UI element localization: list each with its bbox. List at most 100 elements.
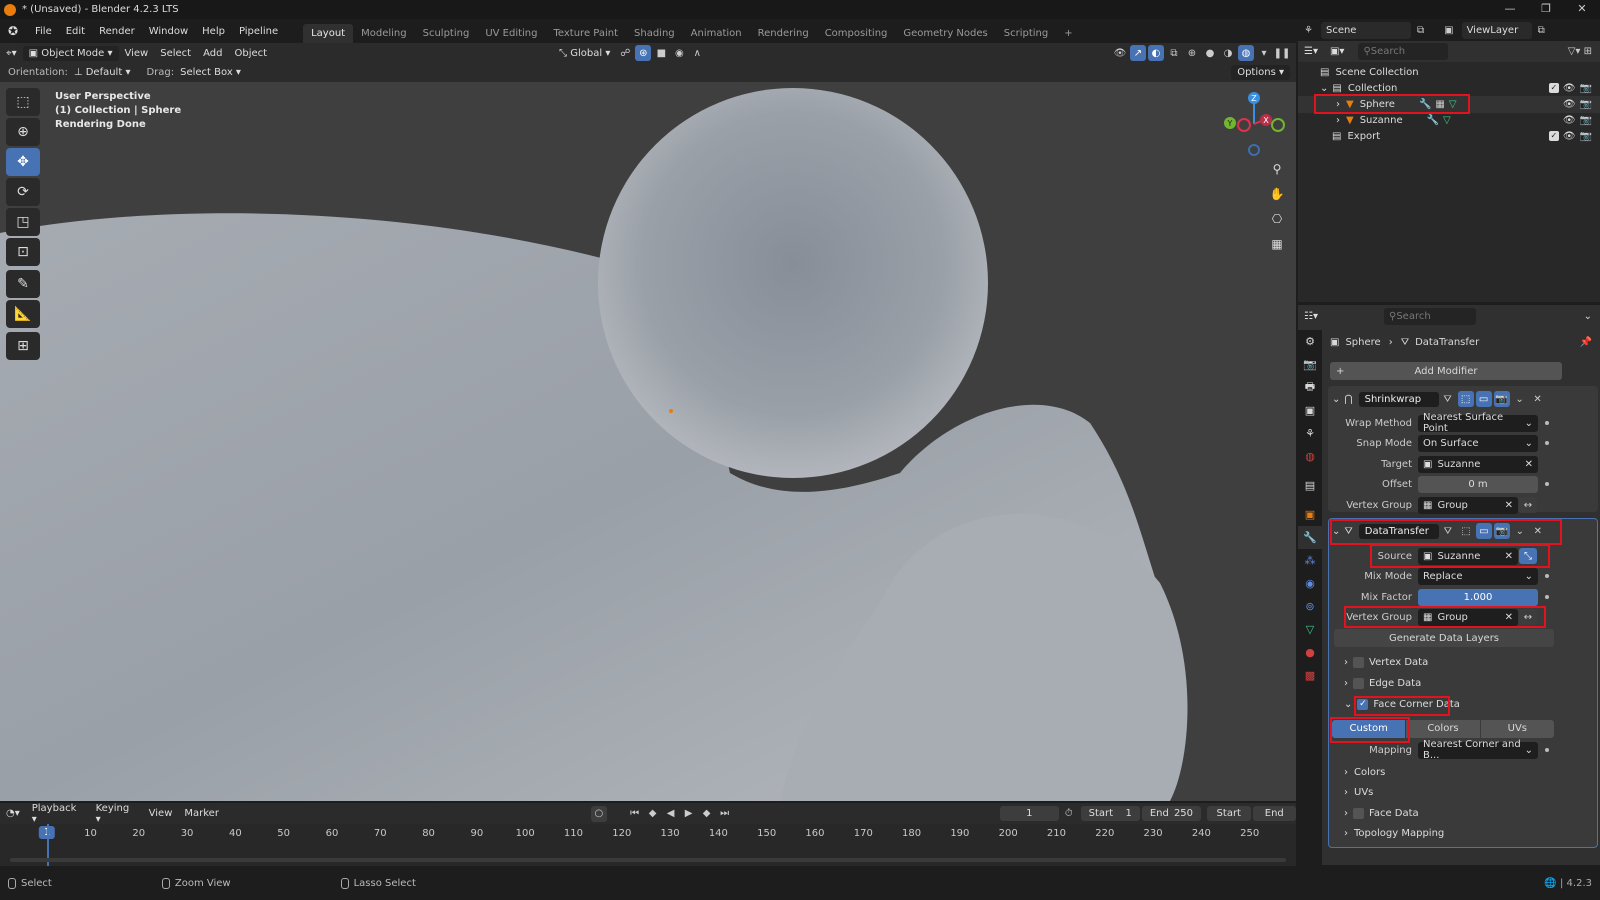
drag-dropdown[interactable]: Select Box ▾ bbox=[174, 65, 247, 80]
clear-icon[interactable]: ✕ bbox=[1505, 612, 1513, 623]
edge-data-section[interactable]: › Edge Data bbox=[1344, 678, 1421, 689]
overlay-icon[interactable]: ◐ bbox=[1148, 45, 1164, 61]
expand-chevron-icon[interactable]: › bbox=[1336, 115, 1340, 126]
render-camera-icon[interactable]: 📷 bbox=[1580, 99, 1592, 110]
output-tab-icon[interactable]: 🖶 bbox=[1298, 376, 1322, 399]
clear-icon[interactable]: ✕ bbox=[1505, 500, 1513, 511]
expand-chevron-icon[interactable]: › bbox=[1344, 678, 1348, 689]
next-keyframe-icon[interactable]: ◆ bbox=[699, 806, 715, 822]
menu-select[interactable]: Select bbox=[154, 46, 197, 61]
properties-search-input[interactable]: ⚲ Search bbox=[1383, 307, 1476, 325]
outliner-row-scene-collection[interactable]: ▤ Scene Collection bbox=[1298, 64, 1600, 81]
invert-icon[interactable]: ↔ bbox=[1519, 609, 1537, 625]
menu-help[interactable]: Help bbox=[195, 26, 232, 37]
snap-target-icon[interactable]: ■ bbox=[653, 45, 669, 61]
measure-tool[interactable]: 📐 bbox=[6, 300, 40, 328]
colors-subsection[interactable]: › Colors bbox=[1344, 767, 1385, 778]
viewport-display-icon[interactable]: ▭ bbox=[1475, 523, 1492, 539]
vertex-group-field[interactable]: ▦ Group ✕ bbox=[1418, 608, 1518, 626]
camera-icon[interactable]: ⎔ bbox=[1266, 208, 1288, 230]
3d-viewport[interactable] bbox=[0, 63, 1296, 801]
gizmo-icon[interactable]: ↗ bbox=[1130, 45, 1146, 61]
offset-field[interactable]: 0 m bbox=[1418, 475, 1538, 493]
eye-icon[interactable]: 👁 bbox=[1563, 83, 1576, 94]
zoom-icon[interactable]: ⚲ bbox=[1266, 158, 1288, 180]
edit-cage-icon[interactable]: ⛛ bbox=[1440, 523, 1456, 539]
face-corner-data-section[interactable]: ⌄ ✓ Face Corner Data bbox=[1344, 699, 1460, 710]
filter-mode-icon[interactable]: ▣▾ bbox=[1324, 44, 1350, 59]
scene-tab-icon[interactable]: ⚘ bbox=[1298, 422, 1322, 445]
keyframe-dot-icon[interactable] bbox=[1545, 421, 1549, 425]
world-tab-icon[interactable]: ◍ bbox=[1298, 445, 1322, 468]
remove-modifier-icon[interactable]: ✕ bbox=[1530, 391, 1546, 407]
expand-chevron-icon[interactable]: › bbox=[1344, 767, 1348, 778]
editmode-icon[interactable]: ⬚ bbox=[1458, 523, 1474, 539]
pivot-icon[interactable]: ☍ bbox=[617, 45, 633, 61]
auto-keying-icon[interactable]: ○ bbox=[590, 805, 607, 822]
modifier-tab-icon[interactable]: 🔧 bbox=[1298, 526, 1322, 549]
render-tab-icon[interactable]: 📷 bbox=[1298, 353, 1322, 376]
render-camera-icon[interactable]: 📷 bbox=[1580, 83, 1592, 94]
face-data-checkbox[interactable] bbox=[1353, 808, 1364, 819]
tab-custom-normals[interactable]: Custom Norm... bbox=[1332, 720, 1406, 738]
tab-uv-editing[interactable]: UV Editing bbox=[477, 24, 545, 43]
menu-timeline-view[interactable]: View bbox=[143, 806, 179, 821]
tab-texture-paint[interactable]: Texture Paint bbox=[545, 24, 626, 43]
tab-uvs[interactable]: UVs bbox=[1479, 720, 1554, 738]
object-transform-icon[interactable]: ⤡ bbox=[1519, 548, 1537, 564]
mix-mode-dropdown[interactable]: Replace ⌄ bbox=[1418, 567, 1538, 585]
tab-layout[interactable]: Layout bbox=[303, 24, 354, 43]
menu-add[interactable]: Add bbox=[197, 46, 228, 61]
render-icon[interactable]: 📷 bbox=[1493, 391, 1510, 407]
view-layer-tab-icon[interactable]: ▣ bbox=[1298, 399, 1322, 422]
dropdown-icon[interactable]: ⌄ bbox=[1512, 523, 1528, 539]
material-tab-icon[interactable]: ● bbox=[1298, 641, 1322, 664]
physics-tab-icon[interactable]: ◉ bbox=[1298, 572, 1322, 595]
maximize-button[interactable]: ❐ bbox=[1528, 0, 1564, 18]
target-field[interactable]: ▣ Suzanne ✕ bbox=[1418, 455, 1538, 473]
xray-icon[interactable]: ⧉ bbox=[1166, 45, 1182, 61]
snap-icon[interactable]: ⊛ bbox=[635, 45, 652, 61]
start-button[interactable]: Start bbox=[1207, 806, 1251, 821]
play-icon[interactable]: ▶ bbox=[681, 806, 697, 822]
viewlayer-field[interactable]: ViewLayer bbox=[1461, 21, 1532, 39]
datatransfer-name-field[interactable]: DataTransfer bbox=[1358, 523, 1439, 539]
menu-pipeline[interactable]: Pipeline bbox=[232, 26, 285, 37]
tab-colors[interactable]: Colors bbox=[1405, 720, 1480, 738]
new-viewlayer-icon[interactable]: ⧉ bbox=[1538, 25, 1545, 36]
mesh-data-icon[interactable]: ▽ bbox=[1449, 99, 1457, 110]
keyframe-dot-icon[interactable] bbox=[1545, 441, 1549, 445]
keyframe-dot-icon[interactable] bbox=[1545, 595, 1549, 599]
timeline-area[interactable]: 1102030405060708090100110120130140150160… bbox=[0, 824, 1296, 866]
snap-mode-dropdown[interactable]: On Surface ⌄ bbox=[1418, 434, 1538, 452]
data-tab-icon[interactable]: ▽ bbox=[1298, 618, 1322, 641]
tab-modeling[interactable]: Modeling bbox=[353, 24, 415, 43]
tab-geometry-nodes[interactable]: Geometry Nodes bbox=[895, 24, 995, 43]
menu-playback[interactable]: Playback ▾ bbox=[26, 801, 90, 827]
expand-chevron-icon[interactable]: › bbox=[1344, 657, 1348, 668]
outliner-row-export[interactable]: ▤ Export ✓ 👁 📷 bbox=[1298, 128, 1600, 145]
texture-tab-icon[interactable]: ▩ bbox=[1298, 664, 1322, 687]
viewport-display-icon[interactable]: ▭ bbox=[1475, 391, 1492, 407]
menu-edit[interactable]: Edit bbox=[59, 26, 92, 37]
edge-data-checkbox[interactable] bbox=[1353, 678, 1364, 689]
collapse-chevron-icon[interactable]: ⌄ bbox=[1344, 699, 1352, 710]
scale-tool[interactable]: ◳ bbox=[6, 208, 40, 236]
material-shading-icon[interactable]: ◑ bbox=[1220, 45, 1236, 61]
keyframe-dot-icon[interactable] bbox=[1545, 574, 1549, 578]
cursor-tool[interactable]: ⊕ bbox=[6, 118, 40, 146]
menu-keying[interactable]: Keying ▾ bbox=[90, 801, 143, 827]
menu-marker[interactable]: Marker bbox=[178, 806, 225, 821]
transform-orientation-dropdown[interactable]: ⤡ Global ▾ bbox=[553, 46, 616, 61]
jump-end-icon[interactable]: ⏭ bbox=[717, 806, 733, 822]
timeline-scrollbar[interactable] bbox=[10, 858, 1286, 862]
mode-dropdown[interactable]: ▣ Object Mode ▾ bbox=[22, 45, 119, 61]
uvs-subsection[interactable]: › UVs bbox=[1344, 787, 1373, 798]
stopwatch-icon[interactable]: ⏱ bbox=[1065, 808, 1073, 819]
tool-tab-icon[interactable]: ⚙ bbox=[1298, 330, 1322, 353]
exclude-checkbox[interactable]: ✓ bbox=[1548, 131, 1559, 141]
eye-icon[interactable]: 👁 bbox=[1563, 131, 1576, 142]
menu-view[interactable]: View bbox=[119, 46, 155, 61]
new-scene-icon[interactable]: ⧉ bbox=[1417, 25, 1424, 36]
face-corner-data-checkbox[interactable]: ✓ bbox=[1357, 699, 1369, 710]
